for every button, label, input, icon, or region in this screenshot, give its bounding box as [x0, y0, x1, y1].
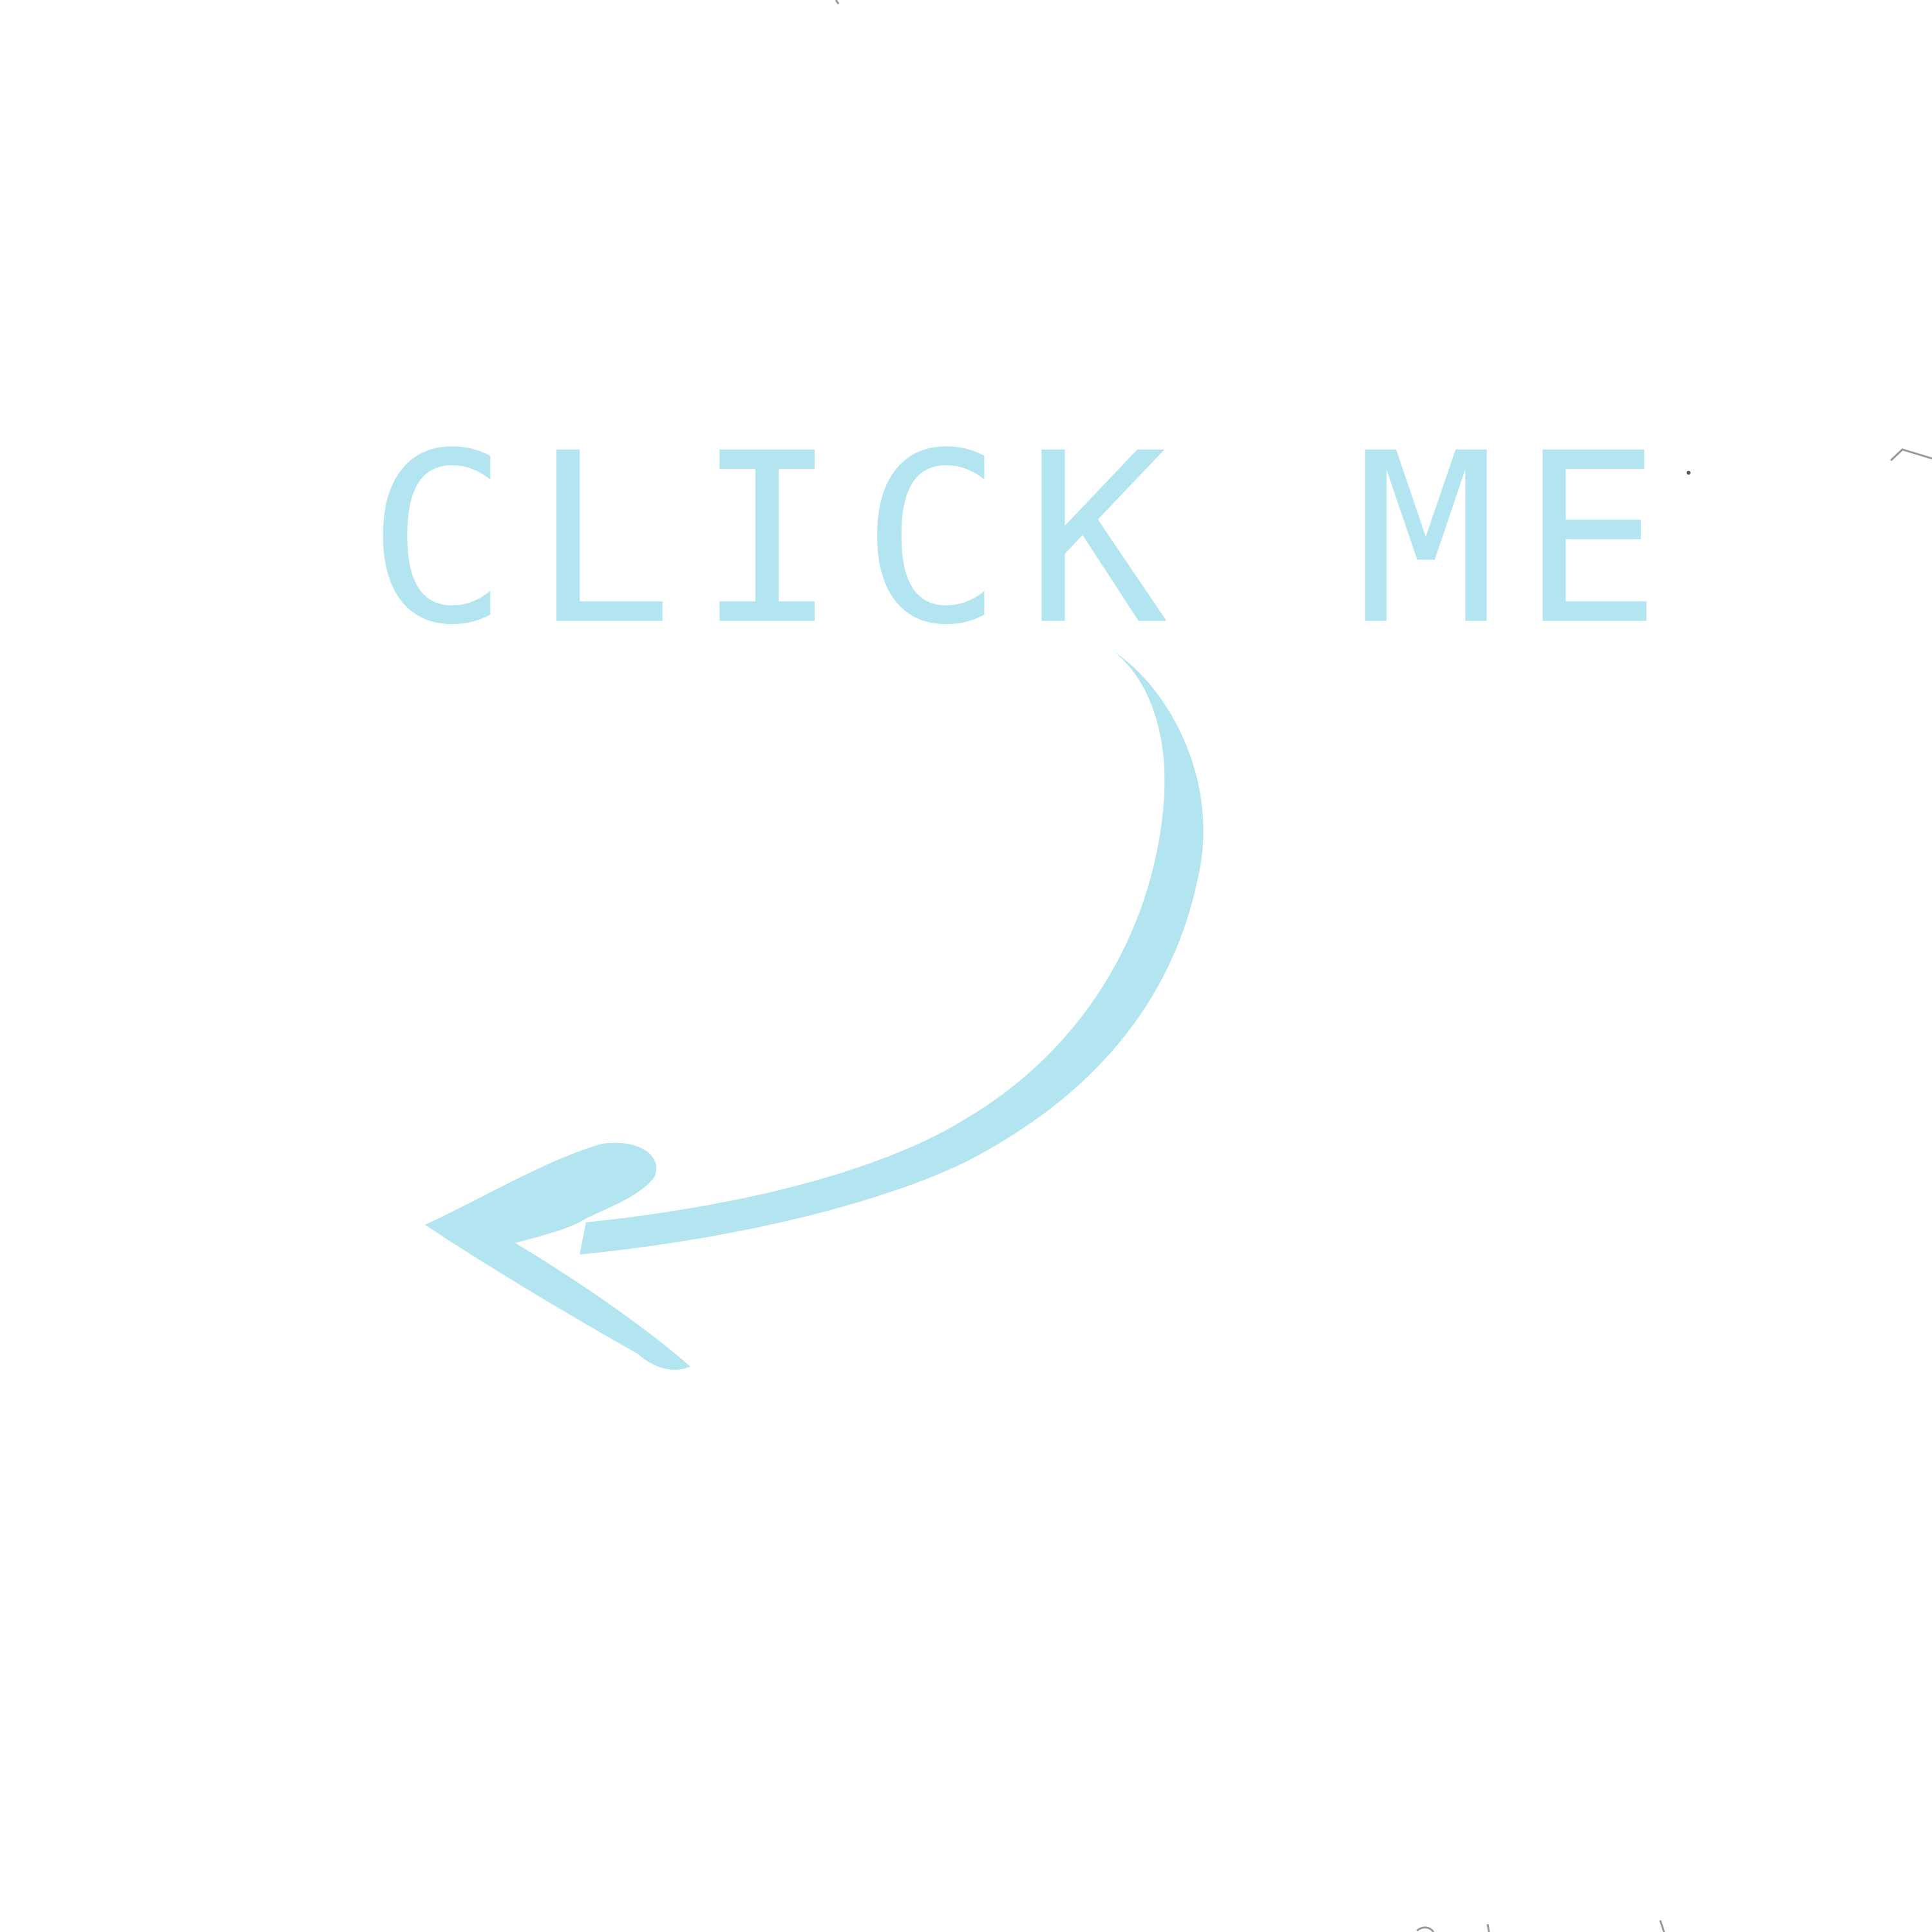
- sketch-stroke-top: [835, 0, 840, 5]
- curved-arrow-left-icon: [425, 652, 1204, 1370]
- sketch-stroke-bottom-3: [1659, 1920, 1665, 1932]
- click-me-label: CLICK ME: [367, 403, 1685, 677]
- sketch-stroke-right: [1889, 448, 1932, 462]
- sketch-dot: [1687, 471, 1690, 475]
- sketch-stroke-bottom-1: [1416, 1926, 1435, 1932]
- arrow-head: [425, 1142, 690, 1370]
- sketch-stroke-bottom-2: [1486, 1924, 1490, 1932]
- sketch-marks: [835, 0, 1932, 1932]
- click-me-button[interactable]: CLICK ME: [367, 403, 1685, 677]
- canvas: CLICK ME: [0, 0, 1932, 1932]
- arrow-shaft: [580, 652, 1204, 1255]
